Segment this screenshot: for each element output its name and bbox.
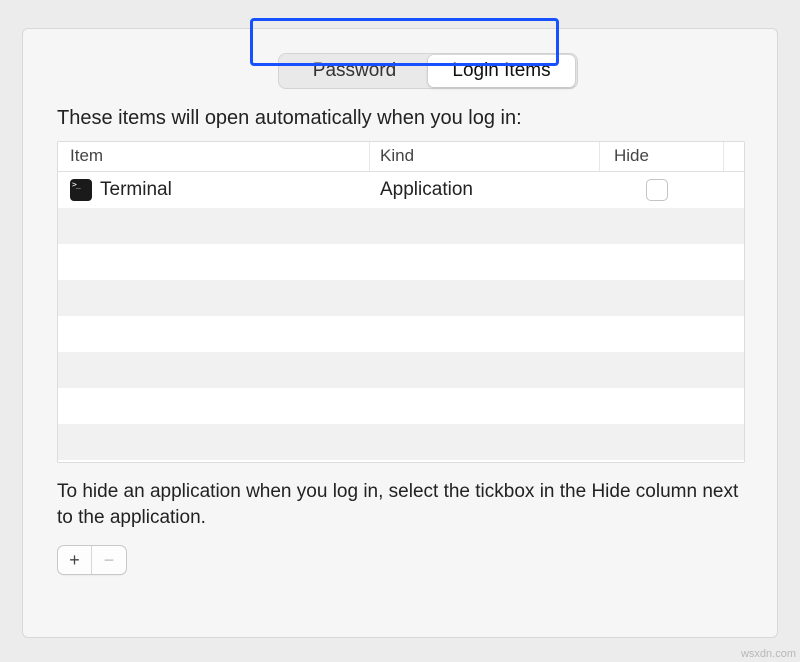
description-text: These items will open automatically when… — [57, 107, 522, 130]
hint-text: To hide an application when you log in, … — [57, 479, 745, 530]
tab-password[interactable]: Password — [281, 55, 428, 87]
table-row-empty — [58, 244, 744, 280]
table-row-empty — [58, 352, 744, 388]
column-header-hide[interactable]: Hide — [600, 142, 744, 171]
tab-segmented-control: Password Login Items — [278, 53, 578, 89]
table-row-empty — [58, 388, 744, 424]
table-row-empty — [58, 280, 744, 316]
cell-hide — [600, 179, 744, 201]
add-button[interactable]: + — [58, 546, 92, 574]
add-remove-button-group: + − — [57, 545, 127, 575]
cell-kind: Application — [370, 179, 600, 201]
column-header-kind[interactable]: Kind — [370, 142, 600, 171]
item-name: Terminal — [100, 179, 172, 201]
column-header-item[interactable]: Item — [58, 142, 370, 171]
attribution-text: wsxdn.com — [741, 648, 796, 660]
table-row[interactable]: Terminal Application — [58, 172, 744, 208]
hide-checkbox[interactable] — [646, 179, 668, 201]
login-items-table: Item Kind Hide Terminal Application — [57, 141, 745, 463]
table-body: Terminal Application — [58, 172, 744, 460]
table-header-row: Item Kind Hide — [58, 142, 744, 172]
minus-icon: − — [104, 550, 115, 571]
table-row-empty — [58, 208, 744, 244]
remove-button[interactable]: − — [92, 546, 126, 574]
preferences-panel: Password Login Items These items will op… — [22, 28, 778, 638]
table-row-empty — [58, 316, 744, 352]
cell-item: Terminal — [58, 179, 370, 201]
plus-icon: + — [69, 550, 80, 571]
terminal-icon — [70, 179, 92, 201]
table-row-empty — [58, 424, 744, 460]
tab-login-items[interactable]: Login Items — [428, 55, 575, 87]
